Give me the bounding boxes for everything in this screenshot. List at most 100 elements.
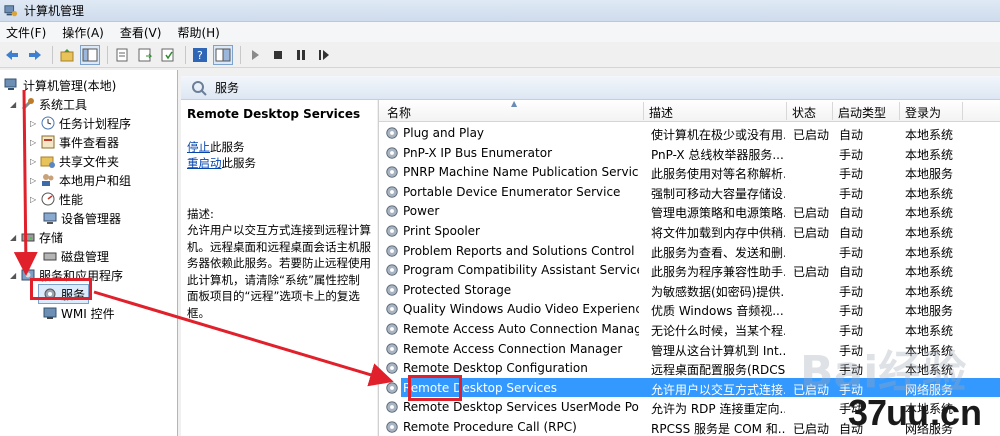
- service-logon: 本地系统: [905, 324, 954, 338]
- service-row[interactable]: Program Compatibility Assistant Service 此…: [379, 260, 1000, 280]
- service-logon: 本地系统: [905, 343, 954, 358]
- back-button[interactable]: [2, 45, 22, 65]
- service-row[interactable]: Plug and Play 使计算机在极少或没有用... 已启动 自动 本地系统: [379, 123, 1000, 143]
- tree-item-performance[interactable]: ▷ 性能: [30, 190, 83, 208]
- expand-arrow-icon[interactable]: ◢: [10, 271, 20, 280]
- service-name: PnP-X IP Bus Enumerator: [403, 145, 552, 160]
- selected-service-title: Remote Desktop Services: [187, 107, 361, 121]
- service-gear-icon: [386, 166, 398, 178]
- service-logon: 本地服务: [905, 167, 954, 182]
- start-service-button[interactable]: [245, 45, 265, 65]
- service-row[interactable]: PnP-X IP Bus Enumerator PnP-X 总线枚举器服务... 手…: [379, 143, 1000, 163]
- service-name: Remote Access Auto Connection Manager: [403, 322, 639, 336]
- forward-button[interactable]: [25, 45, 45, 65]
- tree-label: 任务计划程序: [59, 116, 132, 131]
- service-description: 此服务使用对等名称解析...: [651, 167, 785, 182]
- tree-label: WMI 控件: [61, 306, 115, 321]
- column-header-description[interactable]: 描述: [649, 104, 673, 121]
- toolbar-separator: [107, 45, 108, 64]
- watermark-text-2: .cn: [930, 392, 983, 433]
- tree-item-disk-management[interactable]: 磁盘管理: [42, 247, 109, 265]
- service-row[interactable]: Protected Storage 为敏感数据(如密码)提供... 手动 本地系统: [379, 280, 1000, 300]
- service-logon: 本地系统: [905, 206, 954, 221]
- collapse-arrow-icon[interactable]: ▷: [30, 176, 40, 185]
- export-button[interactable]: [135, 45, 155, 65]
- show-tree-button[interactable]: [80, 44, 100, 65]
- tree-item-event-viewer[interactable]: ▷ 事件查看器: [30, 133, 119, 151]
- pause-service-button[interactable]: [291, 45, 311, 65]
- collapse-arrow-icon[interactable]: ▷: [30, 138, 40, 147]
- stop-suffix: 此服务: [210, 139, 245, 154]
- tree-label: 设备管理器: [61, 211, 122, 226]
- refresh-button[interactable]: [158, 45, 178, 65]
- tree-item-task-scheduler[interactable]: ▷ 任务计划程序: [30, 114, 131, 132]
- service-row[interactable]: Remote Access Auto Connection Manager 无论什…: [379, 319, 1000, 339]
- service-gear-icon: [386, 362, 398, 374]
- service-description: 将文件加载到内存中供稍...: [651, 226, 785, 240]
- service-name: Quality Windows Audio Video Experience: [403, 302, 639, 317]
- collapse-arrow-icon[interactable]: ▷: [30, 157, 40, 166]
- service-row[interactable]: PNRP Machine Name Publication Service 此服务…: [379, 162, 1000, 182]
- service-description-pane: Remote Desktop Services 停止此服务 重启动此服务 描述:…: [181, 100, 377, 436]
- tree-item-storage[interactable]: ◢ 存储: [10, 228, 63, 246]
- service-logon: 本地系统: [905, 265, 954, 280]
- service-row[interactable]: Quality Windows Audio Video Experience 优质…: [379, 299, 1000, 319]
- forward-icon: [29, 49, 41, 60]
- tree-item-root[interactable]: 计算机管理(本地): [4, 76, 116, 94]
- services-list: ▲ 名称 描述 状态 启动类型 登录为 Plug and Play 使计算机在极少…: [378, 99, 1000, 436]
- site-watermark: 37uu .cn: [848, 392, 998, 433]
- service-row[interactable]: Remote Access Connection Manager 管理从这台计算机…: [379, 339, 1000, 359]
- service-status: 已启动: [793, 226, 830, 240]
- help-button[interactable]: ?: [190, 45, 210, 65]
- service-startup: 自动: [839, 128, 864, 142]
- column-header-logon[interactable]: 登录为: [905, 104, 941, 121]
- up-folder-button[interactable]: [57, 45, 77, 65]
- menu-view[interactable]: 查看(V): [120, 24, 162, 41]
- service-row[interactable]: Problem Reports and Solutions Control Pa…: [379, 241, 1000, 261]
- service-name: Program Compatibility Assistant Service: [403, 263, 639, 278]
- menu-file[interactable]: 文件(F): [6, 24, 46, 41]
- service-gear-icon: [386, 303, 398, 316]
- service-row[interactable]: Portable Device Enumerator Service 强制可移动大…: [379, 182, 1000, 202]
- tree-item-wmi[interactable]: WMI 控件: [42, 304, 115, 322]
- service-startup: 手动: [839, 324, 864, 338]
- service-gear-icon: [386, 421, 398, 433]
- service-logon: 本地系统: [905, 245, 954, 260]
- title-bar: 计算机管理: [0, 0, 1000, 22]
- service-description: PnP-X 总线枚举器服务...: [651, 147, 784, 162]
- expand-arrow-icon[interactable]: ◢: [10, 100, 20, 109]
- service-description: RPCSS 服务是 COM 和...: [651, 422, 785, 436]
- column-header-status[interactable]: 状态: [792, 104, 816, 121]
- view-button[interactable]: [213, 44, 233, 65]
- menu-help[interactable]: 帮助(H): [177, 24, 219, 41]
- expand-arrow-icon[interactable]: ◢: [10, 233, 20, 242]
- stop-service-link[interactable]: 停止: [187, 140, 210, 154]
- restart-service-link[interactable]: 重启动: [187, 156, 222, 170]
- service-row[interactable]: Remote Desktop Configuration 远程桌面配置服务(RDC…: [379, 358, 1000, 378]
- service-status: 已启动: [793, 206, 830, 221]
- sort-ascending-icon: ▲: [511, 99, 518, 108]
- properties-button[interactable]: [112, 45, 132, 65]
- shared-folder-icon: [40, 153, 56, 169]
- column-header-name[interactable]: 名称: [387, 104, 411, 121]
- computer-management-icon: [4, 4, 18, 16]
- tree-item-shared-folders[interactable]: ▷ 共享文件夹: [30, 152, 119, 170]
- service-row[interactable]: Power 管理电源策略和电源策略... 已启动 自动 本地系统: [379, 201, 1000, 221]
- stop-service-button[interactable]: [268, 45, 288, 65]
- menu-action[interactable]: 操作(A): [62, 24, 104, 41]
- service-logon: 本地系统: [905, 128, 954, 142]
- service-row[interactable]: Print Spooler 将文件加载到内存中供稍... 已启动 自动 本地系统: [379, 221, 1000, 241]
- computer-icon: [4, 77, 20, 93]
- tree-item-local-users[interactable]: ▷ 本地用户和组: [30, 171, 131, 189]
- detail-header-title: 服务: [215, 81, 240, 95]
- service-name: Remote Desktop Configuration: [403, 361, 588, 376]
- service-name: Remote Access Connection Manager: [403, 341, 623, 356]
- tree-item-system-tools[interactable]: ◢ 系统工具: [10, 95, 87, 113]
- collapse-arrow-icon[interactable]: ▷: [30, 119, 40, 128]
- column-header-startup[interactable]: 启动类型: [838, 104, 886, 121]
- tree-label: 计算机管理(本地): [23, 78, 117, 93]
- collapse-arrow-icon[interactable]: ▷: [30, 195, 40, 204]
- restart-service-button[interactable]: [314, 45, 334, 65]
- service-name: PNRP Machine Name Publication Service: [403, 165, 639, 180]
- tree-item-device-manager[interactable]: 设备管理器: [42, 209, 121, 227]
